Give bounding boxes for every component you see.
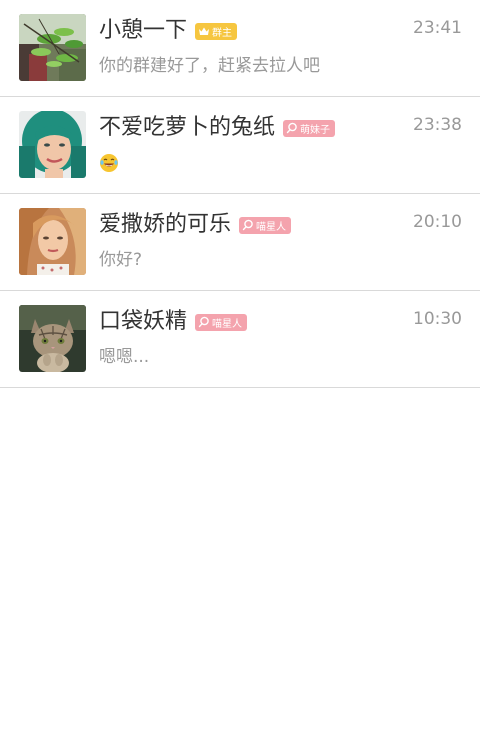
chat-time: 23:38 [413,115,462,135]
chat-name: 小憩一下 [99,18,188,43]
chat-title-line: 爱撒娇的可乐 喵星人 [99,211,292,239]
last-message: 你好? [99,250,143,270]
search-icon [242,219,253,231]
chat-item[interactable]: 不爱吃萝卜的兔纸 萌妹子 23:38 [0,97,480,194]
chat-item[interactable]: 小憩一下 群主 23:41 你的群建好了，赶紧去拉人吧 [0,0,480,97]
chat-title-line: 口袋妖精 喵星人 [99,308,248,336]
badge-label: 群主 [212,27,233,39]
chat-title-line: 不爱吃萝卜的兔纸 萌妹子 [99,114,336,142]
avatar[interactable] [19,111,86,178]
chat-name: 爱撒娇的可乐 [99,212,232,237]
chat-list: 小憩一下 群主 23:41 你的群建好了，赶紧去拉人吧 不爱吃萝卜的兔纸 萌妹子… [0,0,480,388]
search-icon [198,316,209,328]
chat-item[interactable]: 口袋妖精 喵星人 10:30 嗯嗯... [0,291,480,388]
chat-item[interactable]: 爱撒娇的可乐 喵星人 20:10 你好? [0,194,480,291]
avatar[interactable] [19,305,86,372]
avatar[interactable] [19,208,86,275]
chat-time: 10:30 [413,309,462,329]
crown-icon [199,27,210,35]
chat-time: 20:10 [413,212,462,232]
last-message: 嗯嗯... [99,347,150,367]
badge-label: 喵星人 [256,221,287,233]
blonde-woman-photo-icon [19,208,86,275]
tag-badge: 喵星人 [239,216,292,234]
green-haired-girl-photo-icon [19,111,86,178]
green-leaves-photo-icon [19,14,86,81]
tag-badge: 萌妹子 [283,119,336,137]
chat-name: 不爱吃萝卜的兔纸 [99,115,276,140]
kitten-photo-icon [19,305,86,372]
chat-time: 23:41 [413,18,462,38]
role-badge: 群主 [195,22,238,40]
search-icon [286,122,297,134]
chat-name: 口袋妖精 [99,309,188,334]
badge-label: 喵星人 [212,318,243,330]
last-message: 你的群建好了，赶紧去拉人吧 [99,56,320,76]
last-message [99,152,119,174]
laughing-tears-emoji-icon [100,154,118,172]
badge-label: 萌妹子 [300,124,331,136]
tag-badge: 喵星人 [195,313,248,331]
avatar[interactable] [19,14,86,81]
chat-title-line: 小憩一下 群主 [99,17,238,45]
